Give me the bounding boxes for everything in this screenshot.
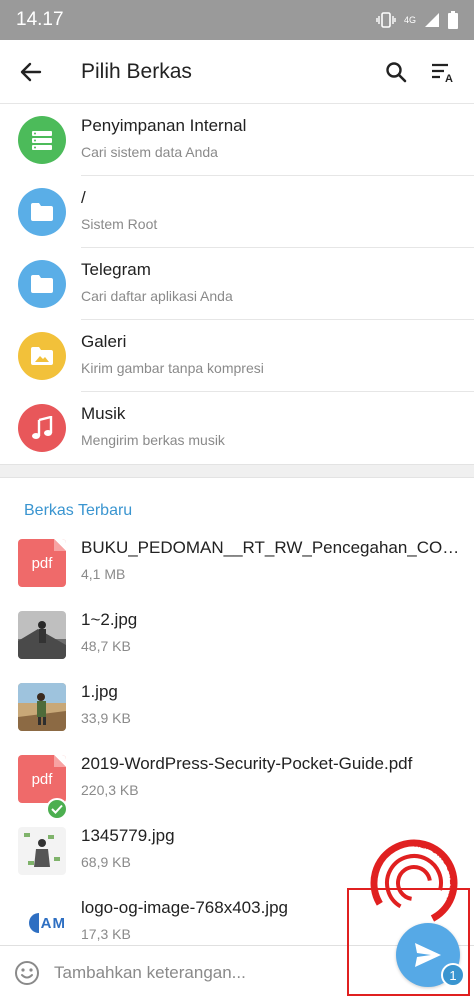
section-divider — [0, 464, 474, 478]
location-title: / — [81, 188, 86, 207]
caption-input[interactable] — [54, 963, 374, 983]
file-size: 4,1 MB — [81, 566, 126, 582]
music-icon — [18, 404, 66, 452]
file-name: BUKU_PEDOMAN__RT_RW_Pencegahan_COVI... — [81, 538, 462, 557]
emoji-button[interactable] — [0, 946, 54, 1000]
pdf-file-icon: pdf — [18, 539, 66, 587]
folder-icon — [18, 188, 66, 236]
pdf-file-icon: pdf — [18, 755, 66, 803]
check-icon — [46, 798, 68, 820]
emoji-icon — [15, 961, 39, 985]
page-title: Pilih Berkas — [81, 59, 192, 83]
location-subtitle: Cari sistem data Anda — [81, 144, 218, 160]
location-gallery[interactable]: Galeri Kirim gambar tanpa kompresi — [0, 320, 474, 392]
status-time: 14.17 — [16, 9, 64, 30]
sort-by-name-icon: A — [432, 63, 453, 83]
arrow-back-icon — [20, 62, 42, 81]
app-bar: Pilih Berkas A — [0, 40, 474, 104]
image-thumbnail — [18, 683, 66, 731]
file-size: 220,3 KB — [81, 782, 139, 798]
image-thumbnail: AM — [18, 899, 66, 947]
location-subtitle: Sistem Root — [81, 216, 158, 232]
logo-mark-icon — [28, 913, 39, 933]
sort-button[interactable]: A — [420, 40, 468, 104]
folder-icon — [18, 260, 66, 308]
svg-text:A: A — [445, 73, 453, 83]
system-icons: 4G — [376, 11, 458, 29]
file-item[interactable]: 1.jpg 33,9 KB — [0, 674, 474, 746]
search-icon — [386, 61, 407, 82]
file-name: 1.jpg — [81, 682, 118, 701]
image-icon — [18, 332, 66, 380]
location-subtitle: Cari daftar aplikasi Anda — [81, 288, 233, 304]
network-type: 4G — [403, 14, 416, 25]
file-item-selected[interactable]: pdf 2019-WordPress-Security-Pocket-Guide… — [0, 746, 474, 820]
location-list: Penyimpanan Internal Cari sistem data An… — [0, 104, 474, 464]
vibrate-icon — [376, 12, 396, 28]
location-title: Penyimpanan Internal — [81, 116, 247, 135]
file-type-label: pdf — [31, 770, 53, 788]
file-item[interactable]: pdf BUKU_PEDOMAN__RT_RW_Pencegahan_COVI.… — [0, 530, 474, 602]
file-name: 1~2.jpg — [81, 610, 138, 629]
signal-icon — [425, 13, 439, 27]
image-thumbnail — [18, 827, 66, 875]
location-subtitle: Kirim gambar tanpa kompresi — [81, 360, 264, 376]
location-title: Galeri — [81, 332, 127, 351]
image-thumbnail — [18, 611, 66, 659]
battery-icon — [448, 11, 458, 29]
location-telegram[interactable]: Telegram Cari daftar aplikasi Anda — [0, 248, 474, 320]
file-size: 48,7 KB — [81, 638, 131, 654]
file-name: 2019-WordPress-Security-Pocket-Guide.pdf — [81, 754, 413, 773]
location-root[interactable]: / Sistem Root — [0, 176, 474, 248]
location-internal-storage[interactable]: Penyimpanan Internal Cari sistem data An… — [0, 104, 474, 176]
file-type-label: pdf — [31, 554, 53, 572]
recent-files-header: Berkas Terbaru — [24, 502, 133, 519]
storage-icon — [18, 116, 66, 164]
location-title: Telegram — [81, 260, 151, 279]
file-item[interactable]: 1~2.jpg 48,7 KB — [0, 602, 474, 674]
thumbnail-text: AM — [40, 914, 66, 932]
location-title: Musik — [81, 404, 126, 423]
status-bar: 14.17 4G — [0, 0, 474, 40]
search-button[interactable] — [372, 40, 420, 104]
file-size: 33,9 KB — [81, 710, 131, 726]
location-music[interactable]: Musik Mengirim berkas musik — [0, 392, 474, 464]
location-subtitle: Mengirim berkas musik — [81, 432, 225, 448]
highlight-box — [347, 888, 470, 996]
back-button[interactable] — [0, 40, 62, 104]
